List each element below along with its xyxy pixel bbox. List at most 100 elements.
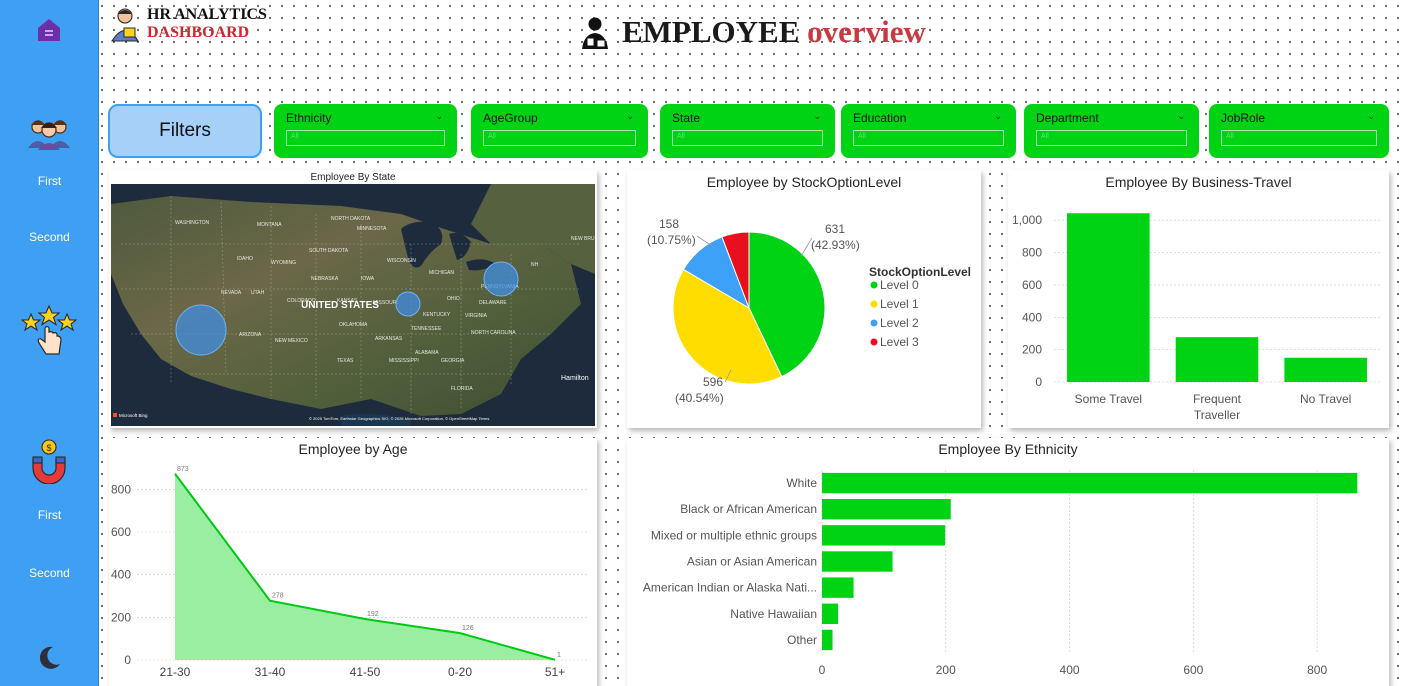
x-tick-label: Frequent [1193,392,1242,406]
chevron-down-icon[interactable]: ⌄ [626,112,634,122]
chevron-down-icon[interactable]: ⌄ [1177,112,1185,122]
svg-text:WASHINGTON: WASHINGTON [175,220,210,226]
pie-label-level0-pct: (42.93%) [811,238,860,252]
slicer-value: All [677,133,685,140]
nav-second-label-2[interactable]: Second [0,566,99,580]
nav-first-label-1[interactable]: First [0,174,99,188]
home-icon[interactable] [35,16,63,44]
svg-text:ARIZONA: ARIZONA [239,332,262,338]
nav-second-label-1[interactable]: Second [0,230,99,244]
bar[interactable] [822,603,839,624]
svg-text:ALABAMA: ALABAMA [415,350,439,356]
filters-button[interactable]: Filters [108,104,262,158]
slicer-department[interactable]: Department ⌄ All [1024,104,1199,158]
magnet-coin-icon[interactable]: $ [28,438,70,485]
chevron-down-icon[interactable]: ⌄ [813,112,821,122]
bar[interactable] [1284,357,1367,382]
sidebar: First Second $ First Second [0,0,99,686]
slicer-value: All [858,133,866,140]
nav-first-label-2[interactable]: First [0,508,99,522]
employees-icon[interactable] [26,114,72,150]
business-travel-card: Employee By Business-Travel 0 200 400 600 80… [1008,170,1389,428]
bar[interactable] [822,577,854,598]
pie-title: Employee by StockOptionLevel [706,174,902,190]
slicer-jobrole[interactable]: JobRole ⌄ All [1209,104,1389,158]
pie-legend-title: StockOptionLevel [869,265,971,279]
x-tick-label: No Travel [1300,392,1351,406]
state-map[interactable]: WASHINGTON MONTANA NORTH DAKOTAMINNESOTA … [111,184,595,426]
data-label: 192 [367,611,379,618]
svg-text:SOUTH DAKOTA: SOUTH DAKOTA [309,248,349,254]
ethnicity-bar-chart[interactable]: 0 200 400 600 800 White Black or African Ameri… [627,458,1389,686]
slicer-agegroup[interactable]: AgeGroup ⌄ All [471,104,648,158]
brand-title: HR ANALYTICS [147,6,267,23]
age-area-chart[interactable]: 0 200 400 600 800 21-30 873 31-40 278 41-50 192 0-2… [109,458,597,686]
slicer-value: All [488,133,496,140]
x-tick-label: 0-20 [448,665,472,679]
slicer-dropdown[interactable]: All [672,130,823,146]
slicer-dropdown[interactable]: All [286,130,445,146]
legend-marker [870,319,878,327]
y-tick-label: 1,000 [1012,213,1042,227]
slicer-title: AgeGroup [483,111,538,125]
x-tick-label: 0 [819,663,826,677]
business-travel-bar-chart[interactable]: 0 200 400 600 800 1,000 Some Travel Frequent Tra… [1008,192,1389,428]
slicer-dropdown[interactable]: All [1221,130,1377,146]
hr-employee-icon [110,6,140,46]
rating-stars-icon[interactable] [20,302,78,358]
y-tick-label: White [786,476,817,490]
svg-text:OHIO: OHIO [447,296,460,302]
legend-marker [870,300,878,308]
svg-text:MICHIGAN: MICHIGAN [429,270,454,276]
slicer-education[interactable]: Education ⌄ All [841,104,1016,158]
svg-text:GEORGIA: GEORGIA [441,358,465,364]
data-label: 1 [557,652,561,659]
chevron-down-icon[interactable]: ⌄ [435,112,443,122]
slicer-title: Department [1036,111,1099,125]
y-tick-label: 0 [124,653,131,667]
age-title: Employee by Age [298,441,408,457]
y-tick-label: 0 [1035,375,1042,389]
bar[interactable] [1067,213,1150,382]
slicer-dropdown[interactable]: All [1036,130,1187,146]
bar[interactable] [822,629,833,651]
svg-text:NEBRASKA: NEBRASKA [311,276,339,282]
pie-label-level2-pct: (10.75%) [647,233,696,247]
map-bubble-illinois[interactable] [395,291,421,317]
svg-text:WYOMING: WYOMING [271,260,296,266]
dark-mode-moon-icon[interactable] [35,644,63,672]
x-tick-label: 200 [936,663,956,677]
bar[interactable] [822,525,946,546]
travel-title: Employee By Business-Travel [1105,174,1292,190]
bar[interactable] [822,472,1358,494]
area-fill [175,473,555,660]
bar[interactable] [822,551,893,572]
slicer-dropdown[interactable]: All [483,130,636,146]
y-tick-label: American Indian or Alaska Nati... [643,581,817,595]
x-tick-label: 21-30 [160,665,191,679]
svg-text:NEW MEXICO: NEW MEXICO [275,338,308,344]
svg-text:IOWA: IOWA [361,276,375,282]
map-country-label: UNITED STATES [301,300,379,311]
svg-text:DELAWARE: DELAWARE [479,300,507,306]
map-card: Employee By State WASHINGTON MONTANA NORT… [109,170,597,428]
svg-text:OKLAHOMA: OKLAHOMA [339,322,368,328]
legend-label: Level 3 [880,335,919,349]
stock-option-pie-chart[interactable]: 158 (10.75%) 631 (42.93%) 596 (40.54%) S… [627,196,981,426]
bar[interactable] [822,499,951,520]
pie-label-level2-value: 158 [659,217,679,231]
slicer-value: All [291,133,299,140]
svg-text:NORTH DAKOTA: NORTH DAKOTA [331,216,371,222]
map-bubble-california[interactable] [175,304,227,356]
svg-text:$: $ [46,443,51,453]
slicer-ethnicity[interactable]: Ethnicity ⌄ All [274,104,457,158]
slicer-state[interactable]: State ⌄ All [660,104,835,158]
map-bubble-new-york[interactable] [483,261,519,297]
chevron-down-icon[interactable]: ⌄ [994,112,1002,122]
bar[interactable] [1175,337,1259,382]
svg-text:KENTUCKY: KENTUCKY [423,312,451,318]
stock-option-card: Employee by StockOptionLevel 158 (10.75%… [627,170,981,428]
chevron-down-icon[interactable]: ⌄ [1367,112,1375,122]
slicer-dropdown[interactable]: All [853,130,1004,146]
slicer-value: All [1041,133,1049,140]
